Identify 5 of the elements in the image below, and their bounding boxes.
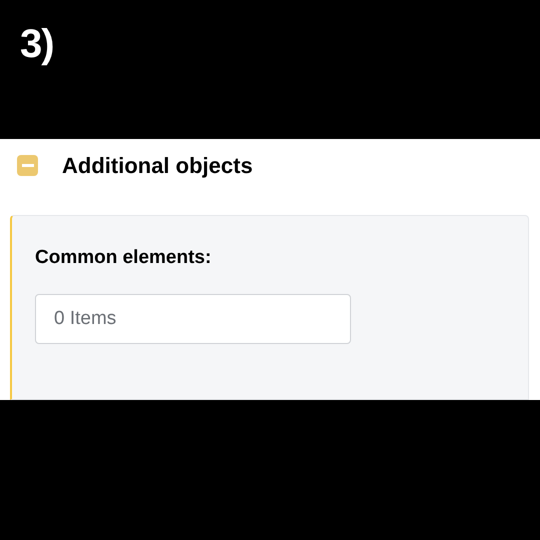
step-label: 3) xyxy=(20,22,54,66)
input-field[interactable]: 0 Items xyxy=(35,294,351,344)
collapse-toggle-icon[interactable] xyxy=(17,154,38,176)
field-label: Common elements: xyxy=(35,248,212,267)
section-title: Additional objects xyxy=(62,152,253,180)
